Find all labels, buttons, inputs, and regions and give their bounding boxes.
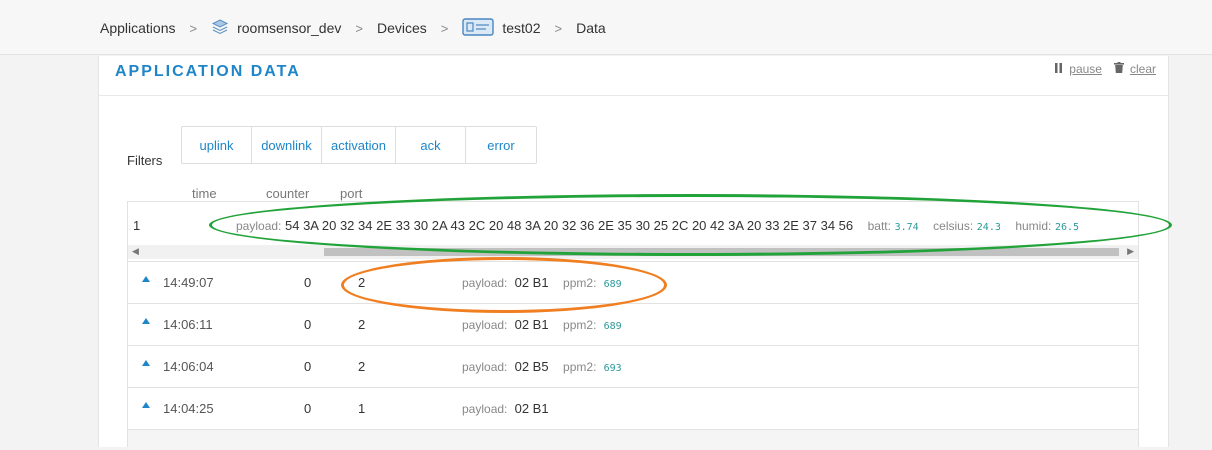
pause-button[interactable]: pause — [1054, 62, 1102, 76]
clear-label: clear — [1129, 62, 1156, 76]
filter-uplink-button[interactable]: uplink — [182, 127, 252, 163]
payload-hex: 02 B1 — [514, 317, 549, 332]
row-index: 1 — [133, 218, 141, 233]
pause-icon — [1054, 62, 1063, 76]
row-counter: 0 — [304, 401, 312, 416]
panel-header: APPLICATION DATA pause clear — [99, 56, 1168, 96]
filter-activation-button[interactable]: activation — [322, 127, 396, 163]
table-row[interactable]: 14:06:04 0 2 payload: 02 B5 ppm2: 693 — [128, 346, 1138, 388]
filter-button-group: uplink downlink activation ack error — [181, 126, 537, 164]
column-header-counter: counter — [266, 186, 310, 201]
humid-label: humid: — [1015, 219, 1052, 233]
payload-hex: 54 3A 20 32 34 2E 33 30 2A 43 2C 20 48 3… — [285, 218, 854, 233]
humid-value: 26.5 — [1054, 222, 1080, 233]
ppm2-value: 689 — [603, 279, 622, 290]
table-row[interactable]: 14:06:11 0 2 payload: 02 B1 ppm2: 689 — [128, 304, 1138, 346]
breadcrumb-devices[interactable]: Devices — [377, 20, 427, 36]
filters-label: Filters — [127, 153, 163, 168]
column-header-time: time — [192, 186, 217, 201]
payload-label: payload: — [462, 318, 508, 332]
payload-label: payload: — [462, 360, 508, 374]
ppm2-value: 693 — [603, 363, 622, 374]
ppm2-value: 689 — [603, 321, 622, 332]
scrollbar-thumb[interactable] — [324, 248, 1119, 256]
table-row[interactable]: 14:04:25 0 1 payload: 02 B1 — [128, 388, 1138, 430]
celsius-label: celsius: — [933, 219, 974, 233]
panel-actions: pause clear — [1042, 62, 1156, 76]
table-row[interactable]: 14:49:07 0 2 payload: 02 B1 ppm2: 689 — [128, 262, 1138, 304]
row-port: 2 — [358, 359, 366, 374]
breadcrumb-separator: > — [189, 20, 198, 36]
breadcrumb: Applications > roomsensor_dev > Devices … — [100, 17, 606, 40]
expand-caret-icon[interactable] — [142, 360, 150, 366]
filter-ack-button[interactable]: ack — [396, 127, 466, 163]
application-stack-icon — [211, 18, 229, 39]
breadcrumb-data: Data — [576, 20, 606, 36]
expand-caret-icon[interactable] — [142, 276, 150, 282]
expand-caret-icon[interactable] — [142, 402, 150, 408]
top-bar: Applications > roomsensor_dev > Devices … — [0, 0, 1212, 55]
scroll-left-icon[interactable]: ◀ — [132, 246, 139, 257]
row-port: 1 — [358, 401, 366, 416]
row-counter: 0 — [304, 275, 312, 290]
celsius-value: 24.3 — [976, 222, 1001, 233]
filter-error-button[interactable]: error — [466, 127, 536, 163]
application-data-panel: APPLICATION DATA pause clear Filters upl… — [98, 56, 1169, 450]
expand-caret-icon[interactable] — [142, 318, 150, 324]
ppm2-label: ppm2: — [563, 360, 597, 374]
row-counter: 0 — [304, 317, 312, 332]
row-payload: payload: 02 B1 ppm2: 689 — [462, 275, 622, 290]
payload-label: payload: — [236, 219, 282, 233]
horizontal-scrollbar[interactable]: ◀ ▶ — [128, 245, 1138, 259]
row-time: 14:04:25 — [163, 401, 214, 416]
expanded-message-row: 1 payload: 54 3A 20 32 34 2E 33 30 2A 43… — [128, 202, 1138, 262]
row-time: 14:06:04 — [163, 359, 214, 374]
data-table: 1 payload: 54 3A 20 32 34 2E 33 30 2A 43… — [127, 201, 1139, 450]
batt-label: batt: — [867, 219, 891, 233]
breadcrumb-device[interactable]: test02 — [502, 20, 540, 36]
row-payload: payload: 02 B5 ppm2: 693 — [462, 359, 622, 374]
ppm2-label: ppm2: — [563, 276, 597, 290]
column-header-port: port — [340, 186, 363, 201]
payload-hex: 02 B5 — [514, 359, 549, 374]
breadcrumb-separator: > — [554, 20, 563, 36]
payload-label: payload: — [462, 402, 508, 416]
batt-value: 3.74 — [894, 222, 919, 233]
row-time: 14:49:07 — [163, 275, 214, 290]
row-counter: 0 — [304, 359, 312, 374]
trash-icon — [1113, 62, 1124, 76]
row-port: 2 — [358, 317, 366, 332]
row-port: 2 — [358, 275, 366, 290]
decoded-payload-line: payload: 54 3A 20 32 34 2E 33 30 2A 43 2… — [236, 218, 1136, 233]
payload-hex: 02 B1 — [514, 401, 549, 416]
table-row — [128, 430, 1138, 450]
panel-title: APPLICATION DATA — [115, 63, 301, 80]
payload-label: payload: — [462, 276, 508, 290]
breadcrumb-separator: > — [440, 20, 449, 36]
filter-downlink-button[interactable]: downlink — [252, 127, 322, 163]
breadcrumb-applications[interactable]: Applications — [100, 20, 176, 36]
row-payload: payload: 02 B1 ppm2: 689 — [462, 317, 622, 332]
ppm2-label: ppm2: — [563, 318, 597, 332]
breadcrumb-application[interactable]: roomsensor_dev — [237, 20, 341, 36]
device-card-icon — [462, 17, 495, 40]
payload-hex: 02 B1 — [514, 275, 549, 290]
clear-button[interactable]: clear — [1113, 62, 1156, 76]
pause-label: pause — [1069, 62, 1102, 76]
scroll-right-icon[interactable]: ▶ — [1127, 246, 1134, 257]
row-payload: payload: 02 B1 — [462, 401, 549, 416]
row-time: 14:06:11 — [163, 317, 213, 332]
breadcrumb-separator: > — [355, 20, 363, 36]
